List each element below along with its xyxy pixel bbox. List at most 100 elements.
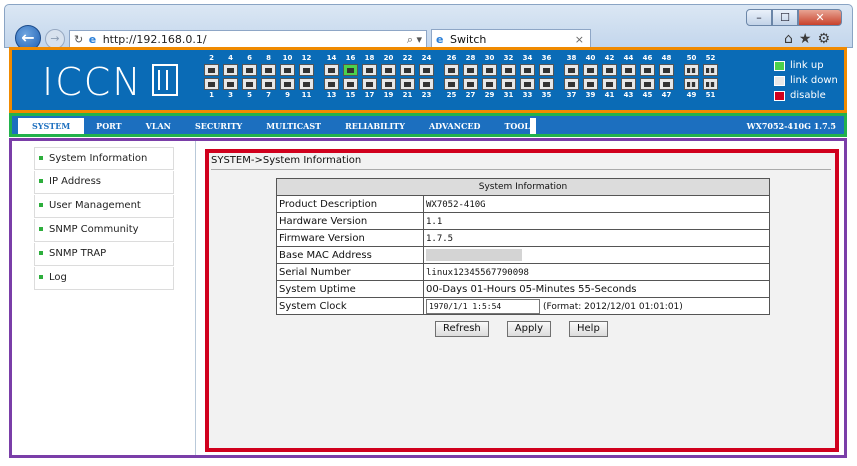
port-35-icon[interactable] <box>539 78 554 90</box>
port-24-icon[interactable] <box>419 64 434 76</box>
port-11-icon[interactable] <box>299 78 314 90</box>
table-row: Firmware Version 1.7.5 <box>276 229 770 247</box>
port-9-icon[interactable] <box>280 78 295 90</box>
port-27-icon[interactable] <box>463 78 478 90</box>
row-value: 1.1 <box>423 212 770 230</box>
port-30-icon[interactable] <box>482 64 497 76</box>
menu-reliability[interactable]: RELIABILITY <box>333 118 417 134</box>
port-3-icon[interactable] <box>223 78 238 90</box>
port-6-icon[interactable] <box>242 64 257 76</box>
port-17-icon[interactable] <box>362 78 377 90</box>
port-29-icon[interactable] <box>482 78 497 90</box>
port-39-icon[interactable] <box>583 78 598 90</box>
port-32-icon[interactable] <box>501 64 516 76</box>
menu-system[interactable]: SYSTEM <box>18 118 85 134</box>
port-13-icon[interactable] <box>324 78 339 90</box>
port-48-icon[interactable] <box>659 64 674 76</box>
help-button[interactable]: Help <box>569 321 608 337</box>
sidebar-item-system-information[interactable]: System Information <box>34 147 174 170</box>
port-47-icon[interactable] <box>659 78 674 90</box>
port-number: 51 <box>705 91 716 99</box>
port-number: 19 <box>383 91 394 99</box>
menu-vlan[interactable]: VLAN <box>134 118 183 134</box>
port-21-icon[interactable] <box>400 78 415 90</box>
port-36-icon[interactable] <box>539 64 554 76</box>
sidebar-item-log[interactable]: Log <box>34 267 174 290</box>
port-8-icon[interactable] <box>261 64 276 76</box>
port-51-icon[interactable] <box>703 78 718 90</box>
port-2-icon[interactable] <box>204 64 219 76</box>
port-number: 37 <box>566 91 577 99</box>
port-33-icon[interactable] <box>520 78 535 90</box>
port-number: 44 <box>623 54 634 62</box>
port-7-icon[interactable] <box>261 78 276 90</box>
port-19-icon[interactable] <box>381 78 396 90</box>
sidebar-item-snmp-trap[interactable]: SNMP TRAP <box>34 243 174 266</box>
port-49-icon[interactable] <box>684 78 699 90</box>
port-22-icon[interactable] <box>400 64 415 76</box>
port-46-icon[interactable] <box>640 64 655 76</box>
search-dropdown-icon[interactable]: ⌕ ▾ <box>407 31 422 48</box>
port-41-icon[interactable] <box>602 78 617 90</box>
port-38-icon[interactable] <box>564 64 579 76</box>
menu-multicast[interactable]: MULTICAST <box>254 118 333 134</box>
row-value-text: 00-Days 01-Hours 05-Minutes 55-Seconds <box>426 283 637 295</box>
menu-port[interactable]: PORT <box>84 118 133 134</box>
port-31-icon[interactable] <box>501 78 516 90</box>
port-40-icon[interactable] <box>583 64 598 76</box>
menu-tools[interactable]: TOOLS <box>492 118 547 134</box>
row-label: Product Description <box>276 195 424 213</box>
port-column: 22 21 <box>398 54 417 100</box>
port-52-icon[interactable] <box>703 64 718 76</box>
port-15-icon[interactable] <box>343 78 358 90</box>
port-4-icon[interactable] <box>223 64 238 76</box>
forward-arrow-icon[interactable]: → <box>45 29 65 49</box>
port-25-icon[interactable] <box>444 78 459 90</box>
port-number: 8 <box>266 54 271 62</box>
port-column: 40 39 <box>581 54 600 100</box>
sidebar-item-user-management[interactable]: User Management <box>34 195 174 218</box>
port-number: 13 <box>326 91 337 99</box>
clock-format-hint: (Format: 2012/12/01 01:01:01) <box>543 302 683 312</box>
port-number: 7 <box>266 91 271 99</box>
port-26-icon[interactable] <box>444 64 459 76</box>
home-star-gear-icons[interactable]: ⌂★⚙ <box>784 31 836 47</box>
maximize-button[interactable]: ☐ <box>772 9 798 26</box>
port-number: 40 <box>585 54 596 62</box>
reload-icon[interactable]: ↻ <box>74 33 83 46</box>
port-number: 5 <box>247 91 252 99</box>
port-16-icon[interactable] <box>343 64 358 76</box>
port-45-icon[interactable] <box>640 78 655 90</box>
port-28-icon[interactable] <box>463 64 478 76</box>
port-44-icon[interactable] <box>621 64 636 76</box>
port-column: 48 47 <box>657 54 676 100</box>
menu-advanced[interactable]: ADVANCED <box>417 118 493 134</box>
port-23-icon[interactable] <box>419 78 434 90</box>
port-column: 14 13 <box>322 54 341 100</box>
menu-security[interactable]: SECURITY <box>183 118 254 134</box>
system-clock-input[interactable]: 1970/1/1 1:5:54 <box>426 298 540 314</box>
close-window-button[interactable]: ✕ <box>798 9 842 26</box>
port-column: 42 41 <box>600 54 619 100</box>
sidebar-item-ip-address[interactable]: IP Address <box>34 171 174 194</box>
port-43-icon[interactable] <box>621 78 636 90</box>
port-column: 32 31 <box>499 54 518 100</box>
port-50-icon[interactable] <box>684 64 699 76</box>
port-42-icon[interactable] <box>602 64 617 76</box>
port-20-icon[interactable] <box>381 64 396 76</box>
url-text: http://192.168.0.1/ <box>102 33 207 46</box>
port-1-icon[interactable] <box>204 78 219 90</box>
port-18-icon[interactable] <box>362 64 377 76</box>
port-34-icon[interactable] <box>520 64 535 76</box>
refresh-button[interactable]: Refresh <box>435 321 489 337</box>
sidebar-item-snmp-community[interactable]: SNMP Community <box>34 219 174 242</box>
port-number: 23 <box>421 91 432 99</box>
port-37-icon[interactable] <box>564 78 579 90</box>
apply-button[interactable]: Apply <box>506 321 551 337</box>
window-controls: – ☐ ✕ <box>746 9 842 26</box>
port-12-icon[interactable] <box>299 64 314 76</box>
port-14-icon[interactable] <box>324 64 339 76</box>
port-10-icon[interactable] <box>280 64 295 76</box>
minimize-button[interactable]: – <box>746 9 772 26</box>
port-5-icon[interactable] <box>242 78 257 90</box>
